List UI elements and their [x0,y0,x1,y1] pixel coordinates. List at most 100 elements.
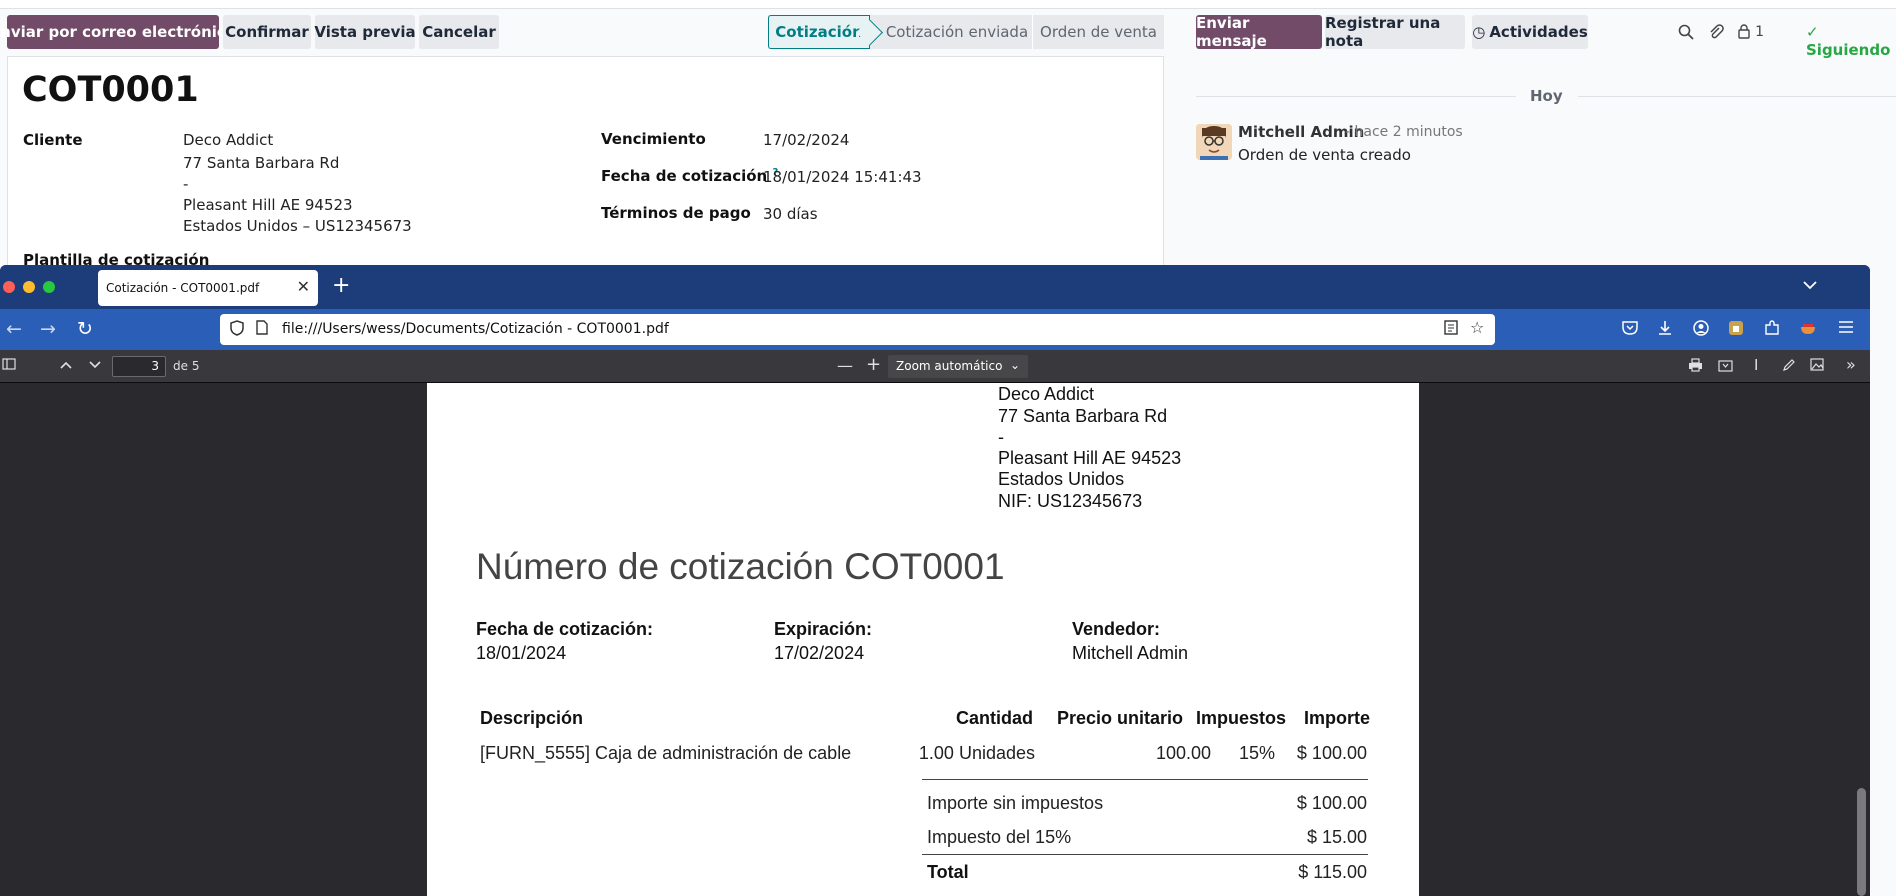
search-icon[interactable] [1678,24,1694,44]
close-tab-icon[interactable]: ✕ [297,277,310,296]
url-bar[interactable]: file:///Users/wess/Documents/Cotización … [220,314,1495,345]
column-header-amount: Importe [1304,708,1371,728]
file-icon [256,320,268,339]
next-page-icon[interactable] [88,358,102,374]
payment-terms-label: Términos de pago [601,204,751,222]
zoom-select-value: Zoom automático [896,359,1003,373]
quote-date-value[interactable]: 18/01/2024 15:41:43 [763,168,922,186]
save-icon[interactable] [1718,358,1733,376]
send-message-button[interactable]: Enviar mensaje [1196,14,1322,50]
pdf-page: Deco Addict 77 Santa Barbara Rd - Pleasa… [427,383,1419,896]
date-divider-right [1578,96,1896,97]
tab-title: Cotización - COT0001.pdf [106,281,260,295]
status-quotation[interactable]: Cotización [768,15,870,49]
downloads-icon[interactable] [1657,320,1673,340]
status-quotation-sent[interactable]: Cotización enviada [870,15,1032,49]
quote-date-label: Fecha de cotización: [476,619,654,639]
following-button[interactable]: ✓ Siguiendo [1806,23,1896,59]
reader-view-icon[interactable] [1444,320,1458,339]
address-line: Deco Addict [998,384,1095,404]
top-divider [0,0,1896,9]
address-line: Estados Unidos [998,469,1125,489]
browser-tab[interactable]: Cotización - COT0001.pdf ✕ [98,270,318,306]
scrollbar[interactable] [1852,383,1870,896]
salesperson-value: Mitchell Admin [1072,643,1189,663]
maximize-window-button[interactable] [43,281,55,293]
address-line: NIF: US12345673 [998,491,1143,511]
sidebar-toggle-icon[interactable] [2,358,16,374]
address-line: - [998,427,1004,447]
column-header-quantity: Cantidad [956,708,1034,728]
tax-value: $ 15.00 [1306,827,1367,847]
following-label: Siguiendo [1806,41,1891,59]
pocket-icon[interactable] [1622,320,1638,339]
status-sales-order-label: Orden de venta [1040,23,1157,41]
minimize-window-button[interactable] [23,281,35,293]
extension-bowl-icon[interactable] [1800,320,1816,340]
previous-page-icon[interactable] [59,358,73,374]
column-header-description: Descripción [480,708,584,728]
preview-button[interactable]: Vista previa [314,15,416,49]
customer-address-line: Pleasant Hill AE 94523 [183,196,353,214]
document-title: Número de cotización COT0001 [476,546,1005,587]
draw-pen-icon[interactable] [1782,358,1796,376]
activities-button[interactable]: ◷ Actividades [1472,15,1588,49]
date-separator: Hoy [1530,87,1563,105]
url-text[interactable]: file:///Users/wess/Documents/Cotización … [282,321,669,337]
column-header-unit-price: Precio unitario [1057,708,1184,728]
reload-icon[interactable]: ↻ [77,318,93,340]
untaxed-value: $ 100.00 [1296,793,1367,813]
confirm-button[interactable]: Confirmar [223,15,311,49]
tab-list-chevron-icon[interactable] [1802,275,1818,294]
status-sales-order[interactable]: Orden de venta [1033,15,1164,49]
message-body: Orden de venta creado [1238,146,1411,164]
close-window-button[interactable] [3,281,15,293]
customer-name[interactable]: Deco Addict [183,131,273,149]
customer-address-line: - [183,175,189,193]
followers-button[interactable]: 1 [1738,24,1764,43]
salesperson-label: Vendedor: [1072,619,1161,639]
more-tools-icon[interactable]: » [1846,355,1856,374]
zoom-out-icon[interactable]: — [837,356,853,375]
log-note-button[interactable]: Registrar una nota [1325,14,1465,50]
paperclip-icon[interactable] [1708,24,1724,44]
account-icon[interactable] [1693,320,1709,340]
followers-count: 1 [1755,24,1765,40]
untaxed-label: Importe sin impuestos [927,793,1104,813]
back-icon[interactable]: ← [6,318,22,340]
menu-icon[interactable] [1838,320,1854,338]
message-time: - hace 2 minutos [1345,124,1463,140]
expiration-label: Vencimiento [601,130,706,148]
image-icon[interactable] [1810,358,1824,375]
line-amount: $ 100.00 [1296,743,1367,763]
bookmark-star-icon[interactable]: ☆ [1470,318,1484,337]
lock-icon [1738,24,1755,43]
expiration-value: 17/02/2024 [774,643,865,663]
status-quotation-label: Cotización [775,23,863,41]
total-label: Total [927,862,969,882]
line-unit-price: 100.00 [1155,743,1211,763]
payment-terms-value[interactable]: 30 días [763,205,818,223]
pdf-toolbar: 3 de 5 — + Zoom automático ⌄ I » [0,350,1870,383]
expiration-value[interactable]: 17/02/2024 [763,131,849,149]
page-number-input[interactable]: 3 [112,356,166,377]
zoom-in-icon[interactable]: + [866,354,881,375]
zoom-select[interactable]: Zoom automático ⌄ [888,355,1028,378]
date-divider-left [1196,96,1516,97]
forward-icon[interactable]: → [40,318,56,340]
print-icon[interactable] [1688,358,1703,376]
cancel-button[interactable]: Cancelar [419,15,499,49]
quote-date-value: 18/01/2024 [476,643,567,663]
avatar[interactable] [1196,124,1232,160]
send-email-button[interactable]: Enviar por correo electrónico [0,15,236,49]
extension-badge-icon[interactable] [1728,320,1744,340]
pdf-viewer[interactable]: Deco Addict 77 Santa Barbara Rd - Pleasa… [0,383,1870,896]
text-cursor-icon[interactable]: I [1754,356,1758,374]
extensions-puzzle-icon[interactable] [1764,320,1780,340]
scrollbar-thumb[interactable] [1857,788,1866,896]
new-tab-icon[interactable]: + [332,273,350,298]
line-quantity: 1.00 Unidades [918,743,1035,763]
check-icon: ✓ [1806,23,1819,41]
line-description: [FURN_5555] Caja de administración de ca… [480,743,852,763]
shield-icon[interactable] [230,320,244,340]
